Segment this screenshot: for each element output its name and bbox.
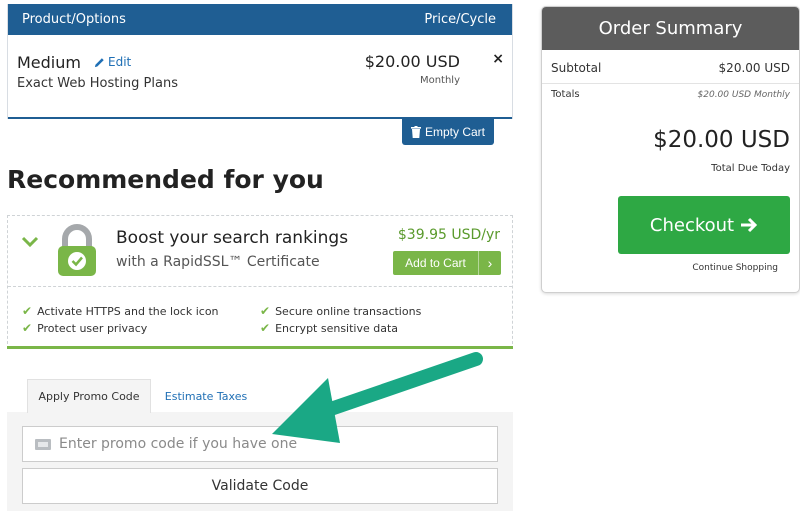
add-to-cart-button[interactable]: Add to Cart ›	[393, 251, 501, 275]
order-summary-panel: Order Summary Subtotal $20.00 USD Totals…	[541, 6, 800, 293]
feature-label: Encrypt sensitive data	[275, 321, 399, 335]
checkout-button[interactable]: Checkout	[618, 196, 790, 254]
feature-item: ✔ Encrypt sensitive data	[260, 321, 398, 335]
totals-row: Totals $20.00 USD Monthly	[551, 89, 790, 100]
feature-label: Protect user privacy	[37, 321, 148, 335]
continue-shopping-link[interactable]: Continue Shopping	[692, 263, 778, 273]
summary-divider	[542, 83, 799, 84]
price-cycle-header: Price/Cycle	[424, 12, 496, 27]
lock-icon	[58, 224, 96, 276]
promo-headline: Boost your search rankings	[116, 228, 349, 248]
pencil-icon	[94, 57, 104, 67]
edit-label: Edit	[108, 55, 132, 69]
totals-value: $20.00 USD Monthly	[697, 89, 790, 100]
subtotal-label: Subtotal	[551, 61, 602, 75]
promo-subline: with a RapidSSL™ Certificate	[116, 254, 320, 270]
promo-summary: Boost your search rankings with a RapidS…	[8, 216, 512, 286]
add-to-cart-label: Add to Cart	[393, 251, 479, 275]
ticket-icon	[35, 438, 51, 450]
edit-item-link[interactable]: Edit	[94, 55, 131, 69]
subtotal-row: Subtotal $20.00 USD	[551, 61, 790, 75]
promo-accent-bar	[7, 346, 513, 349]
cart-table-header: Product/Options Price/Cycle	[8, 4, 512, 35]
validate-code-button[interactable]: Validate Code	[22, 468, 498, 504]
promo-code-input[interactable]	[59, 436, 479, 452]
cart-item-row: Medium Edit Exact Web Hosting Plans $20.…	[8, 35, 512, 119]
checkout-label: Checkout	[649, 214, 735, 236]
arrow-right-icon	[741, 217, 758, 233]
total-due-label: Total Due Today	[711, 163, 790, 174]
empty-cart-label: Empty Cart	[424, 125, 485, 139]
promo-price: $39.95 USD/yr	[397, 227, 500, 243]
order-summary-title: Order Summary	[542, 7, 799, 50]
tab-estimate-taxes[interactable]: Estimate Taxes	[153, 379, 259, 413]
promo-code-field[interactable]	[22, 426, 498, 462]
feature-item: ✔ Activate HTTPS and the lock icon	[22, 304, 219, 318]
feature-label: Secure online transactions	[275, 304, 422, 318]
feature-item: ✔ Protect user privacy	[22, 321, 147, 335]
check-icon: ✔	[22, 321, 33, 335]
chevron-right-icon: ›	[487, 255, 493, 271]
feature-item: ✔ Secure online transactions	[260, 304, 421, 318]
check-icon: ✔	[260, 321, 271, 335]
item-price: $20.00 USD	[364, 52, 460, 71]
cart-page: Product/Options Price/Cycle Medium Edit …	[0, 0, 800, 511]
empty-cart-button[interactable]: Empty Cart	[402, 119, 494, 145]
tab-apply-promo-code[interactable]: Apply Promo Code	[27, 379, 151, 413]
ssl-promo-card: Boost your search rankings with a RapidS…	[7, 215, 513, 349]
product-options-header: Product/Options	[22, 12, 126, 27]
total-due-amount: $20.00 USD	[653, 127, 790, 153]
check-icon: ✔	[260, 304, 271, 318]
item-billing-cycle: Monthly	[419, 75, 460, 86]
chevron-down-icon[interactable]	[21, 236, 39, 248]
item-name: Medium	[17, 53, 81, 72]
check-icon: ✔	[22, 304, 33, 318]
feature-label: Activate HTTPS and the lock icon	[37, 304, 219, 318]
subtotal-value: $20.00 USD	[718, 61, 790, 75]
remove-item-button[interactable]: ×	[492, 51, 504, 67]
promo-divider	[8, 286, 512, 287]
totals-label: Totals	[551, 89, 580, 100]
recommended-heading: Recommended for you	[7, 165, 324, 194]
item-description: Exact Web Hosting Plans	[17, 76, 178, 91]
cart-table: Product/Options Price/Cycle Medium Edit …	[7, 4, 513, 119]
trash-icon	[410, 126, 421, 138]
